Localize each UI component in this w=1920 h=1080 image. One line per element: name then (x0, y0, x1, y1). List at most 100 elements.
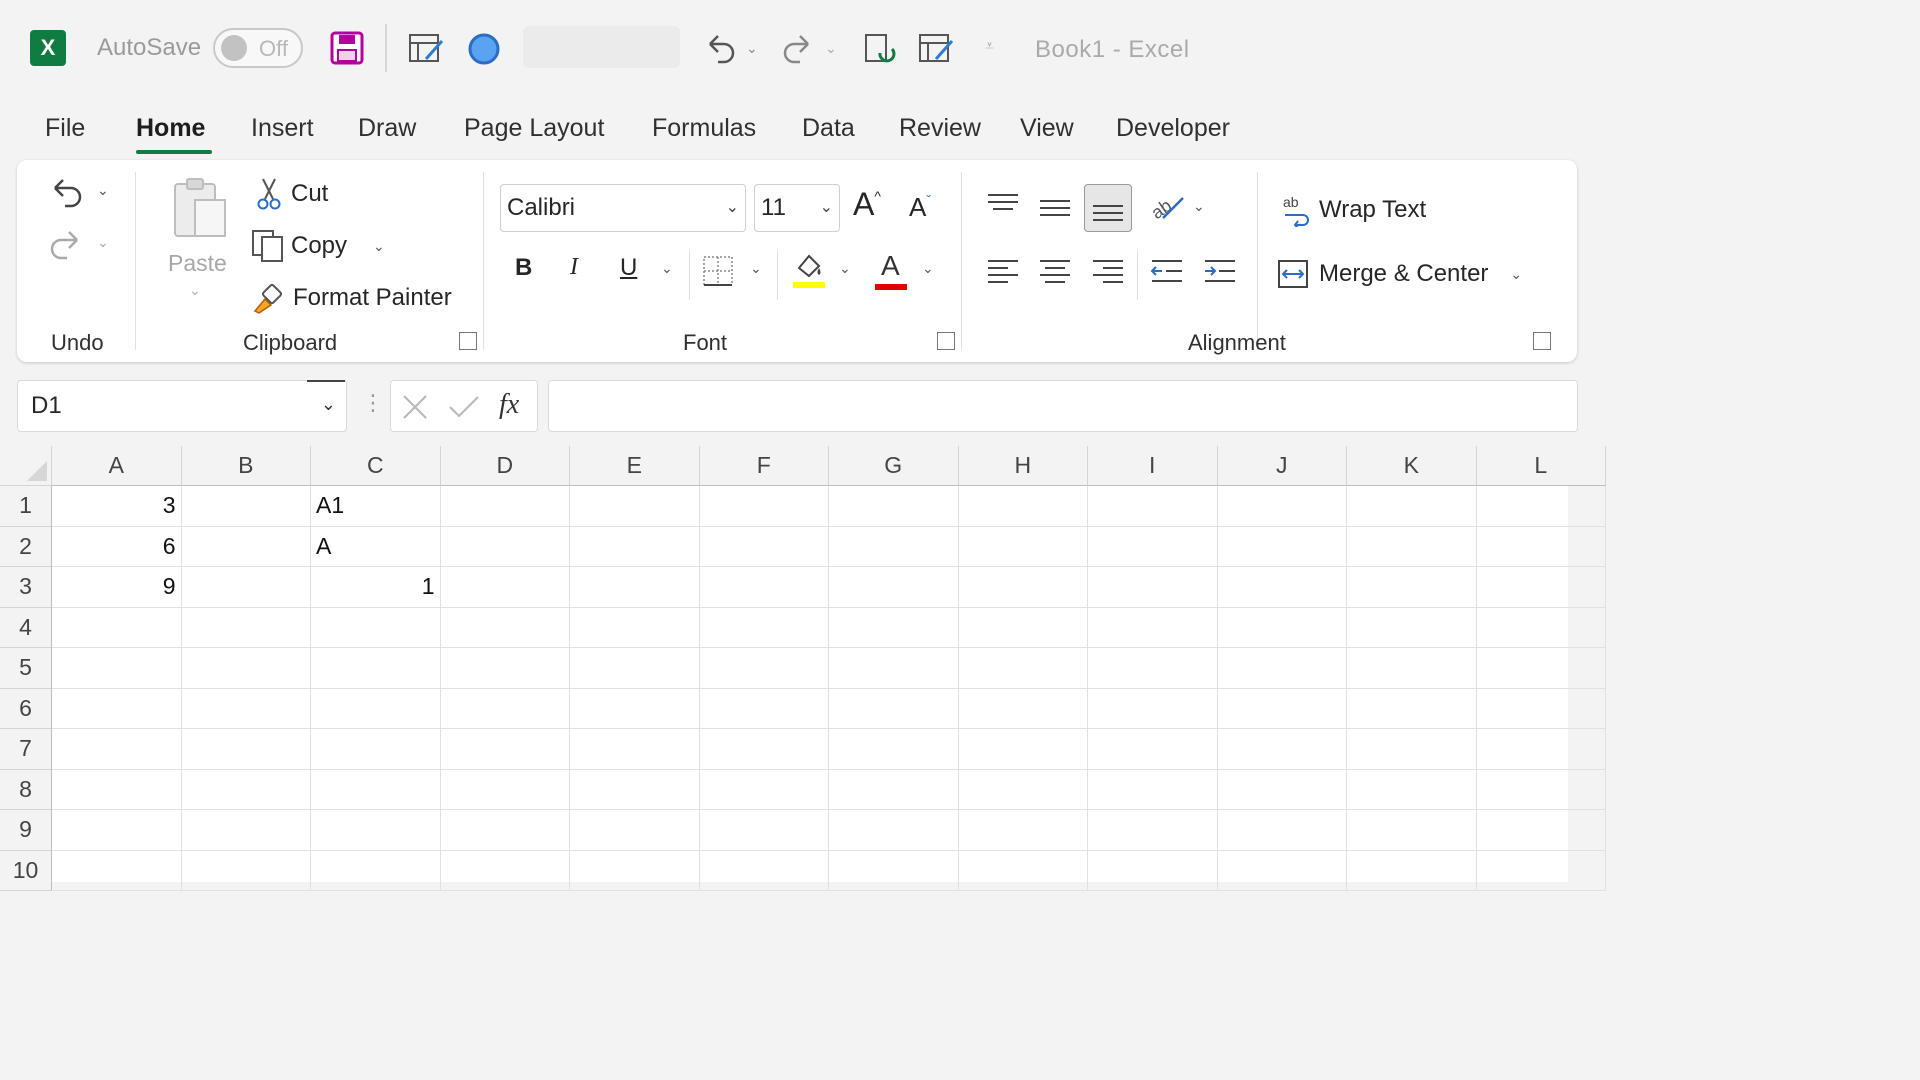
cell-l5[interactable] (1476, 648, 1606, 689)
cell-a4[interactable] (52, 607, 182, 648)
tab-home[interactable]: Home (136, 114, 205, 143)
cell-j5[interactable] (1217, 648, 1347, 689)
cell-a7[interactable] (52, 729, 182, 770)
formula-input[interactable] (548, 380, 1578, 432)
cell-b6[interactable] (181, 688, 311, 729)
cell-c5[interactable] (311, 648, 441, 689)
cell-a2[interactable]: 6 (52, 526, 182, 567)
cell-d1[interactable] (440, 486, 570, 527)
cell-d8[interactable] (440, 769, 570, 810)
cell-d2[interactable] (440, 526, 570, 567)
cell-b5[interactable] (181, 648, 311, 689)
cell-i10[interactable] (1088, 850, 1218, 891)
clipboard-dialog-launcher-icon[interactable] (459, 332, 477, 350)
cell-d10[interactable] (440, 850, 570, 891)
cell-j3[interactable] (1217, 567, 1347, 608)
cell-h10[interactable] (958, 850, 1088, 891)
font-dialog-launcher-icon[interactable] (937, 332, 955, 350)
redo-icon[interactable] (780, 30, 816, 66)
cell-j7[interactable] (1217, 729, 1347, 770)
cell-d4[interactable] (440, 607, 570, 648)
ribbon-redo-icon[interactable] (47, 224, 87, 264)
cell-j4[interactable] (1217, 607, 1347, 648)
column-header-c[interactable]: C (311, 446, 441, 486)
font-color-chevron-icon[interactable]: ⌄ (922, 260, 934, 277)
merge-center-button[interactable]: Merge & Center ⌄ (1277, 254, 1522, 294)
borders-icon[interactable] (701, 254, 735, 288)
fill-color-chevron-icon[interactable]: ⌄ (839, 260, 851, 277)
row-header-1[interactable]: 1 (0, 486, 52, 527)
cell-k1[interactable] (1347, 486, 1477, 527)
increase-font-size-button[interactable]: A ^ (853, 186, 881, 223)
cell-c1[interactable]: A1 (311, 486, 441, 527)
cell-i3[interactable] (1088, 567, 1218, 608)
cell-l1[interactable] (1476, 486, 1606, 527)
redo-dropdown-chevron-icon[interactable]: ⌄ (825, 40, 837, 57)
cell-j6[interactable] (1217, 688, 1347, 729)
cell-e9[interactable] (570, 810, 700, 851)
form-edit-icon[interactable] (918, 31, 954, 67)
cell-g4[interactable] (829, 607, 959, 648)
cell-i2[interactable] (1088, 526, 1218, 567)
decrease-font-size-button[interactable]: Aˇ (909, 192, 931, 223)
cell-e4[interactable] (570, 607, 700, 648)
cell-f7[interactable] (699, 729, 829, 770)
column-header-i[interactable]: I (1088, 446, 1218, 486)
cell-b1[interactable] (181, 486, 311, 527)
paste-clipboard-icon[interactable] (169, 176, 231, 240)
cell-f1[interactable] (699, 486, 829, 527)
column-header-f[interactable]: F (699, 446, 829, 486)
bold-button[interactable]: B (515, 254, 532, 282)
record-circle-icon[interactable] (466, 31, 502, 67)
cell-h5[interactable] (958, 648, 1088, 689)
cell-h7[interactable] (958, 729, 1088, 770)
cell-b9[interactable] (181, 810, 311, 851)
cell-l7[interactable] (1476, 729, 1606, 770)
cell-a8[interactable] (52, 769, 182, 810)
cell-k9[interactable] (1347, 810, 1477, 851)
tab-view[interactable]: View (1020, 114, 1074, 143)
customize-qat-chevron-icon[interactable]: ⩡ (985, 38, 994, 56)
cell-c10[interactable] (311, 850, 441, 891)
cell-h6[interactable] (958, 688, 1088, 729)
cell-c4[interactable] (311, 607, 441, 648)
cell-b4[interactable] (181, 607, 311, 648)
cell-a10[interactable] (52, 850, 182, 891)
cell-c6[interactable] (311, 688, 441, 729)
format-painter-button[interactable]: Format Painter (251, 280, 452, 316)
undo-dropdown-chevron-icon[interactable]: ⌄ (746, 40, 758, 57)
cell-f4[interactable] (699, 607, 829, 648)
cell-g8[interactable] (829, 769, 959, 810)
cell-a3[interactable]: 9 (52, 567, 182, 608)
tab-review[interactable]: Review (899, 114, 981, 143)
cell-l2[interactable] (1476, 526, 1606, 567)
cell-g2[interactable] (829, 526, 959, 567)
increase-indent-icon[interactable] (1203, 258, 1237, 288)
cell-f3[interactable] (699, 567, 829, 608)
alignment-dialog-launcher-icon[interactable] (1533, 332, 1551, 350)
cell-b7[interactable] (181, 729, 311, 770)
cell-b2[interactable] (181, 526, 311, 567)
cell-h1[interactable] (958, 486, 1088, 527)
font-size-combo[interactable]: 11 ⌄ (754, 184, 840, 232)
align-right-icon[interactable] (1093, 260, 1123, 288)
cell-i7[interactable] (1088, 729, 1218, 770)
cell-l10[interactable] (1476, 850, 1606, 891)
cell-a9[interactable] (52, 810, 182, 851)
cell-l4[interactable] (1476, 607, 1606, 648)
ribbon-redo-chevron-icon[interactable]: ⌄ (97, 234, 109, 251)
row-header-9[interactable]: 9 (0, 810, 52, 851)
tab-developer[interactable]: Developer (1116, 114, 1230, 143)
merge-center-chevron-icon[interactable]: ⌄ (1510, 266, 1522, 283)
quick-access-search-box[interactable] (523, 26, 680, 68)
column-header-d[interactable]: D (440, 446, 570, 486)
cell-b10[interactable] (181, 850, 311, 891)
cell-d9[interactable] (440, 810, 570, 851)
cell-j9[interactable] (1217, 810, 1347, 851)
align-center-icon[interactable] (1040, 260, 1070, 288)
cell-k5[interactable] (1347, 648, 1477, 689)
cell-h4[interactable] (958, 607, 1088, 648)
cell-c7[interactable] (311, 729, 441, 770)
row-header-3[interactable]: 3 (0, 567, 52, 608)
tab-formulas[interactable]: Formulas (652, 114, 756, 143)
